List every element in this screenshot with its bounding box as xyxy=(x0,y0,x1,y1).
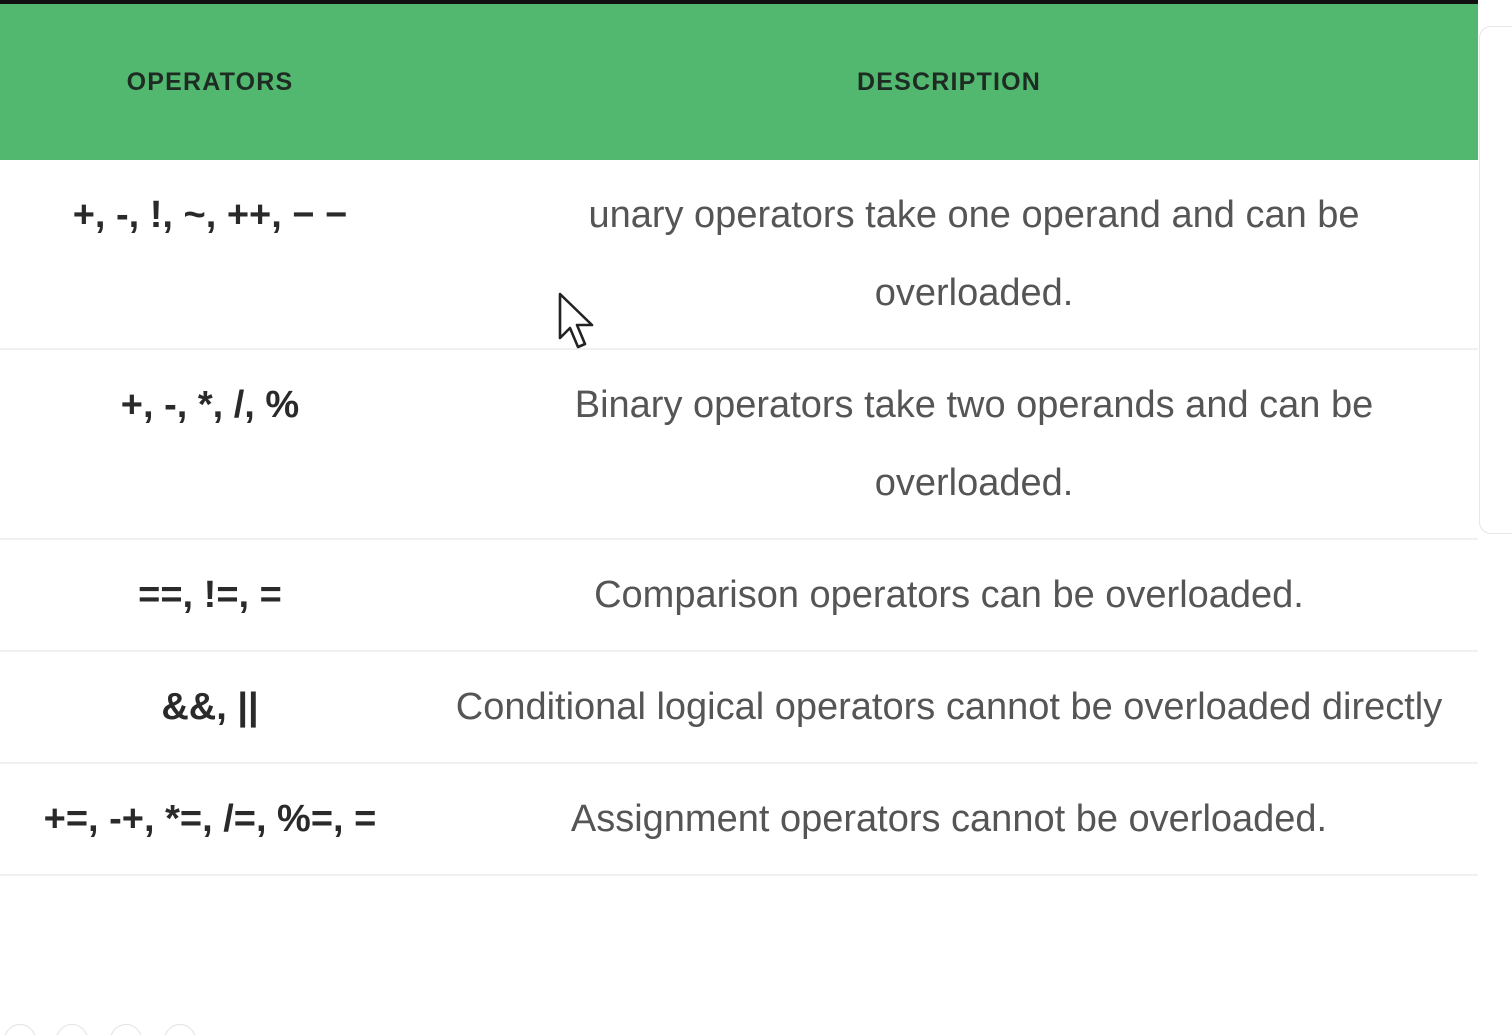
header-row: OPERATORS DESCRIPTION xyxy=(0,4,1478,160)
control-circle xyxy=(4,1024,36,1035)
description-cell: Assignment operators cannot be overloade… xyxy=(420,763,1478,876)
control-circle xyxy=(56,1024,88,1035)
control-circle xyxy=(164,1024,196,1035)
table-row: &&, || Conditional logical operators can… xyxy=(0,651,1478,764)
table-header: OPERATORS DESCRIPTION xyxy=(0,4,1478,160)
table-row: +=, -+, *=, /=, %=, = Assignment operato… xyxy=(0,763,1478,876)
operators-cell: &&, || xyxy=(0,651,420,764)
header-operators: OPERATORS xyxy=(0,4,420,160)
operators-cell: +=, -+, *=, /=, %=, = xyxy=(0,763,420,876)
mouse-pointer-icon xyxy=(558,292,594,349)
table-row: +, -, *, /, % Binary operators take two … xyxy=(0,349,1478,540)
operators-cell: ==, !=, = xyxy=(0,539,420,652)
description-cell: Conditional logical operators cannot be … xyxy=(420,651,1478,764)
side-panel-edge xyxy=(1479,26,1512,534)
operators-cell: +, -, *, /, % xyxy=(0,349,420,540)
description-cell: Comparison operators can be overloaded. xyxy=(420,539,1478,652)
operators-cell: +, -, !, ~, ++, − − xyxy=(0,160,420,350)
table-row: +, -, !, ~, ++, − − unary operators take… xyxy=(0,160,1478,350)
description-cell: Binary operators take two operands and c… xyxy=(420,349,1478,540)
bottom-controls-edge xyxy=(0,1024,220,1035)
control-circle xyxy=(110,1024,142,1035)
page: OPERATORS DESCRIPTION +, -, !, ~, ++, − … xyxy=(0,0,1512,1035)
table-row: ==, !=, = Comparison operators can be ov… xyxy=(0,539,1478,652)
table-body: +, -, !, ~, ++, − − unary operators take… xyxy=(0,160,1478,876)
header-description: DESCRIPTION xyxy=(420,4,1478,160)
operators-table: OPERATORS DESCRIPTION +, -, !, ~, ++, − … xyxy=(0,4,1478,876)
